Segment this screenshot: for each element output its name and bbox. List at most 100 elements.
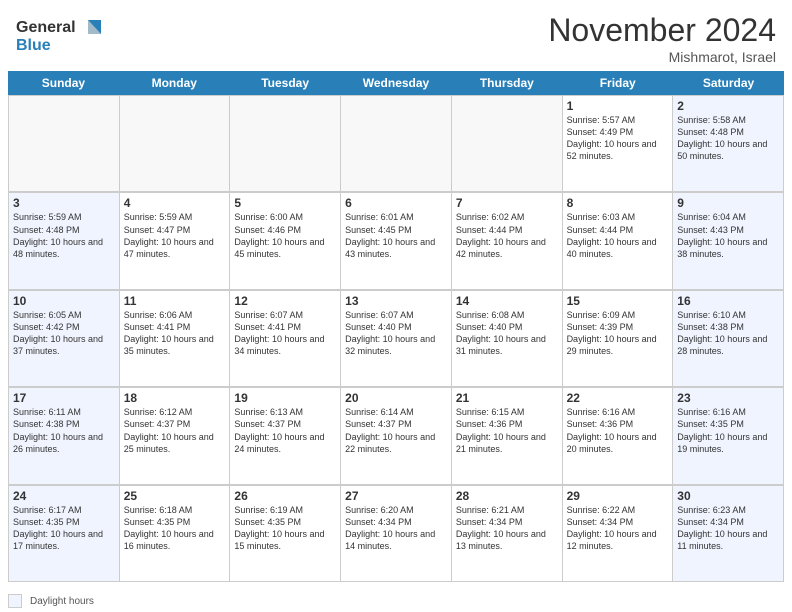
- day-detail: Sunrise: 6:09 AM Sunset: 4:39 PM Dayligh…: [567, 309, 669, 358]
- day-number: 8: [567, 196, 669, 210]
- day-number: 19: [234, 391, 336, 405]
- calendar-row: 24Sunrise: 6:17 AM Sunset: 4:35 PM Dayli…: [8, 485, 784, 582]
- calendar-body: 1Sunrise: 5:57 AM Sunset: 4:49 PM Daylig…: [8, 95, 784, 582]
- calendar-cell: 17Sunrise: 6:11 AM Sunset: 4:38 PM Dayli…: [9, 388, 120, 484]
- day-number: 13: [345, 294, 447, 308]
- calendar-header: SundayMondayTuesdayWednesdayThursdayFrid…: [8, 71, 784, 95]
- day-number: 6: [345, 196, 447, 210]
- day-detail: Sunrise: 6:08 AM Sunset: 4:40 PM Dayligh…: [456, 309, 558, 358]
- calendar-cell: [341, 96, 452, 192]
- calendar-header-cell: Friday: [562, 71, 673, 95]
- calendar-row: 10Sunrise: 6:05 AM Sunset: 4:42 PM Dayli…: [8, 290, 784, 387]
- calendar-cell: 30Sunrise: 6:23 AM Sunset: 4:34 PM Dayli…: [673, 486, 784, 582]
- day-detail: Sunrise: 5:59 AM Sunset: 4:48 PM Dayligh…: [13, 211, 115, 260]
- page: General Blue November 2024 Mishmarot, Is…: [0, 0, 792, 612]
- calendar-cell: 7Sunrise: 6:02 AM Sunset: 4:44 PM Daylig…: [452, 193, 563, 289]
- day-detail: Sunrise: 6:16 AM Sunset: 4:36 PM Dayligh…: [567, 406, 669, 455]
- calendar-cell: 21Sunrise: 6:15 AM Sunset: 4:36 PM Dayli…: [452, 388, 563, 484]
- calendar-cell: 23Sunrise: 6:16 AM Sunset: 4:35 PM Dayli…: [673, 388, 784, 484]
- calendar-cell: 4Sunrise: 5:59 AM Sunset: 4:47 PM Daylig…: [120, 193, 231, 289]
- logo-text: General Blue: [16, 12, 106, 62]
- calendar-cell: 26Sunrise: 6:19 AM Sunset: 4:35 PM Dayli…: [230, 486, 341, 582]
- calendar-cell: 2Sunrise: 5:58 AM Sunset: 4:48 PM Daylig…: [673, 96, 784, 192]
- day-number: 15: [567, 294, 669, 308]
- day-number: 21: [456, 391, 558, 405]
- calendar-row: 3Sunrise: 5:59 AM Sunset: 4:48 PM Daylig…: [8, 192, 784, 289]
- day-detail: Sunrise: 6:23 AM Sunset: 4:34 PM Dayligh…: [677, 504, 779, 553]
- day-detail: Sunrise: 6:05 AM Sunset: 4:42 PM Dayligh…: [13, 309, 115, 358]
- day-number: 22: [567, 391, 669, 405]
- calendar-cell: 29Sunrise: 6:22 AM Sunset: 4:34 PM Dayli…: [563, 486, 674, 582]
- day-number: 29: [567, 489, 669, 503]
- calendar-cell: [452, 96, 563, 192]
- legend-box: [8, 594, 22, 608]
- calendar-header-cell: Saturday: [673, 71, 784, 95]
- day-number: 9: [677, 196, 779, 210]
- day-detail: Sunrise: 6:10 AM Sunset: 4:38 PM Dayligh…: [677, 309, 779, 358]
- day-number: 12: [234, 294, 336, 308]
- legend: Daylight hours: [0, 590, 792, 612]
- calendar-row: 1Sunrise: 5:57 AM Sunset: 4:49 PM Daylig…: [8, 95, 784, 192]
- calendar-header-cell: Thursday: [451, 71, 562, 95]
- day-detail: Sunrise: 5:57 AM Sunset: 4:49 PM Dayligh…: [567, 114, 669, 163]
- day-number: 5: [234, 196, 336, 210]
- day-detail: Sunrise: 6:12 AM Sunset: 4:37 PM Dayligh…: [124, 406, 226, 455]
- day-detail: Sunrise: 6:20 AM Sunset: 4:34 PM Dayligh…: [345, 504, 447, 553]
- title-section: November 2024 Mishmarot, Israel: [548, 12, 776, 65]
- day-detail: Sunrise: 6:02 AM Sunset: 4:44 PM Dayligh…: [456, 211, 558, 260]
- day-detail: Sunrise: 6:21 AM Sunset: 4:34 PM Dayligh…: [456, 504, 558, 553]
- day-number: 10: [13, 294, 115, 308]
- svg-text:Blue: Blue: [16, 37, 51, 54]
- calendar-header-cell: Monday: [119, 71, 230, 95]
- calendar-row: 17Sunrise: 6:11 AM Sunset: 4:38 PM Dayli…: [8, 387, 784, 484]
- calendar-cell: 24Sunrise: 6:17 AM Sunset: 4:35 PM Dayli…: [9, 486, 120, 582]
- calendar-cell: 16Sunrise: 6:10 AM Sunset: 4:38 PM Dayli…: [673, 291, 784, 387]
- day-number: 14: [456, 294, 558, 308]
- calendar-cell: 15Sunrise: 6:09 AM Sunset: 4:39 PM Dayli…: [563, 291, 674, 387]
- day-detail: Sunrise: 6:11 AM Sunset: 4:38 PM Dayligh…: [13, 406, 115, 455]
- day-number: 18: [124, 391, 226, 405]
- day-detail: Sunrise: 6:01 AM Sunset: 4:45 PM Dayligh…: [345, 211, 447, 260]
- day-number: 16: [677, 294, 779, 308]
- calendar: SundayMondayTuesdayWednesdayThursdayFrid…: [0, 71, 792, 590]
- day-number: 28: [456, 489, 558, 503]
- calendar-cell: 13Sunrise: 6:07 AM Sunset: 4:40 PM Dayli…: [341, 291, 452, 387]
- day-number: 20: [345, 391, 447, 405]
- day-number: 3: [13, 196, 115, 210]
- calendar-cell: 5Sunrise: 6:00 AM Sunset: 4:46 PM Daylig…: [230, 193, 341, 289]
- calendar-header-cell: Tuesday: [230, 71, 341, 95]
- calendar-cell: 18Sunrise: 6:12 AM Sunset: 4:37 PM Dayli…: [120, 388, 231, 484]
- calendar-cell: 25Sunrise: 6:18 AM Sunset: 4:35 PM Dayli…: [120, 486, 231, 582]
- calendar-cell: [230, 96, 341, 192]
- calendar-cell: 3Sunrise: 5:59 AM Sunset: 4:48 PM Daylig…: [9, 193, 120, 289]
- header: General Blue November 2024 Mishmarot, Is…: [0, 0, 792, 71]
- calendar-cell: 6Sunrise: 6:01 AM Sunset: 4:45 PM Daylig…: [341, 193, 452, 289]
- day-detail: Sunrise: 6:03 AM Sunset: 4:44 PM Dayligh…: [567, 211, 669, 260]
- calendar-cell: 11Sunrise: 6:06 AM Sunset: 4:41 PM Dayli…: [120, 291, 231, 387]
- day-detail: Sunrise: 6:19 AM Sunset: 4:35 PM Dayligh…: [234, 504, 336, 553]
- calendar-header-cell: Wednesday: [341, 71, 452, 95]
- day-number: 11: [124, 294, 226, 308]
- calendar-header-cell: Sunday: [8, 71, 119, 95]
- calendar-cell: 12Sunrise: 6:07 AM Sunset: 4:41 PM Dayli…: [230, 291, 341, 387]
- day-number: 2: [677, 99, 779, 113]
- calendar-cell: 27Sunrise: 6:20 AM Sunset: 4:34 PM Dayli…: [341, 486, 452, 582]
- calendar-cell: 10Sunrise: 6:05 AM Sunset: 4:42 PM Dayli…: [9, 291, 120, 387]
- day-detail: Sunrise: 6:13 AM Sunset: 4:37 PM Dayligh…: [234, 406, 336, 455]
- logo: General Blue: [16, 12, 106, 62]
- calendar-cell: 14Sunrise: 6:08 AM Sunset: 4:40 PM Dayli…: [452, 291, 563, 387]
- calendar-cell: 19Sunrise: 6:13 AM Sunset: 4:37 PM Dayli…: [230, 388, 341, 484]
- day-detail: Sunrise: 6:04 AM Sunset: 4:43 PM Dayligh…: [677, 211, 779, 260]
- day-number: 23: [677, 391, 779, 405]
- day-number: 4: [124, 196, 226, 210]
- calendar-cell: 22Sunrise: 6:16 AM Sunset: 4:36 PM Dayli…: [563, 388, 674, 484]
- calendar-cell: [120, 96, 231, 192]
- day-detail: Sunrise: 5:58 AM Sunset: 4:48 PM Dayligh…: [677, 114, 779, 163]
- day-number: 17: [13, 391, 115, 405]
- calendar-cell: [9, 96, 120, 192]
- calendar-cell: 1Sunrise: 5:57 AM Sunset: 4:49 PM Daylig…: [563, 96, 674, 192]
- day-detail: Sunrise: 6:22 AM Sunset: 4:34 PM Dayligh…: [567, 504, 669, 553]
- svg-text:General: General: [16, 19, 76, 36]
- day-number: 27: [345, 489, 447, 503]
- day-detail: Sunrise: 6:07 AM Sunset: 4:41 PM Dayligh…: [234, 309, 336, 358]
